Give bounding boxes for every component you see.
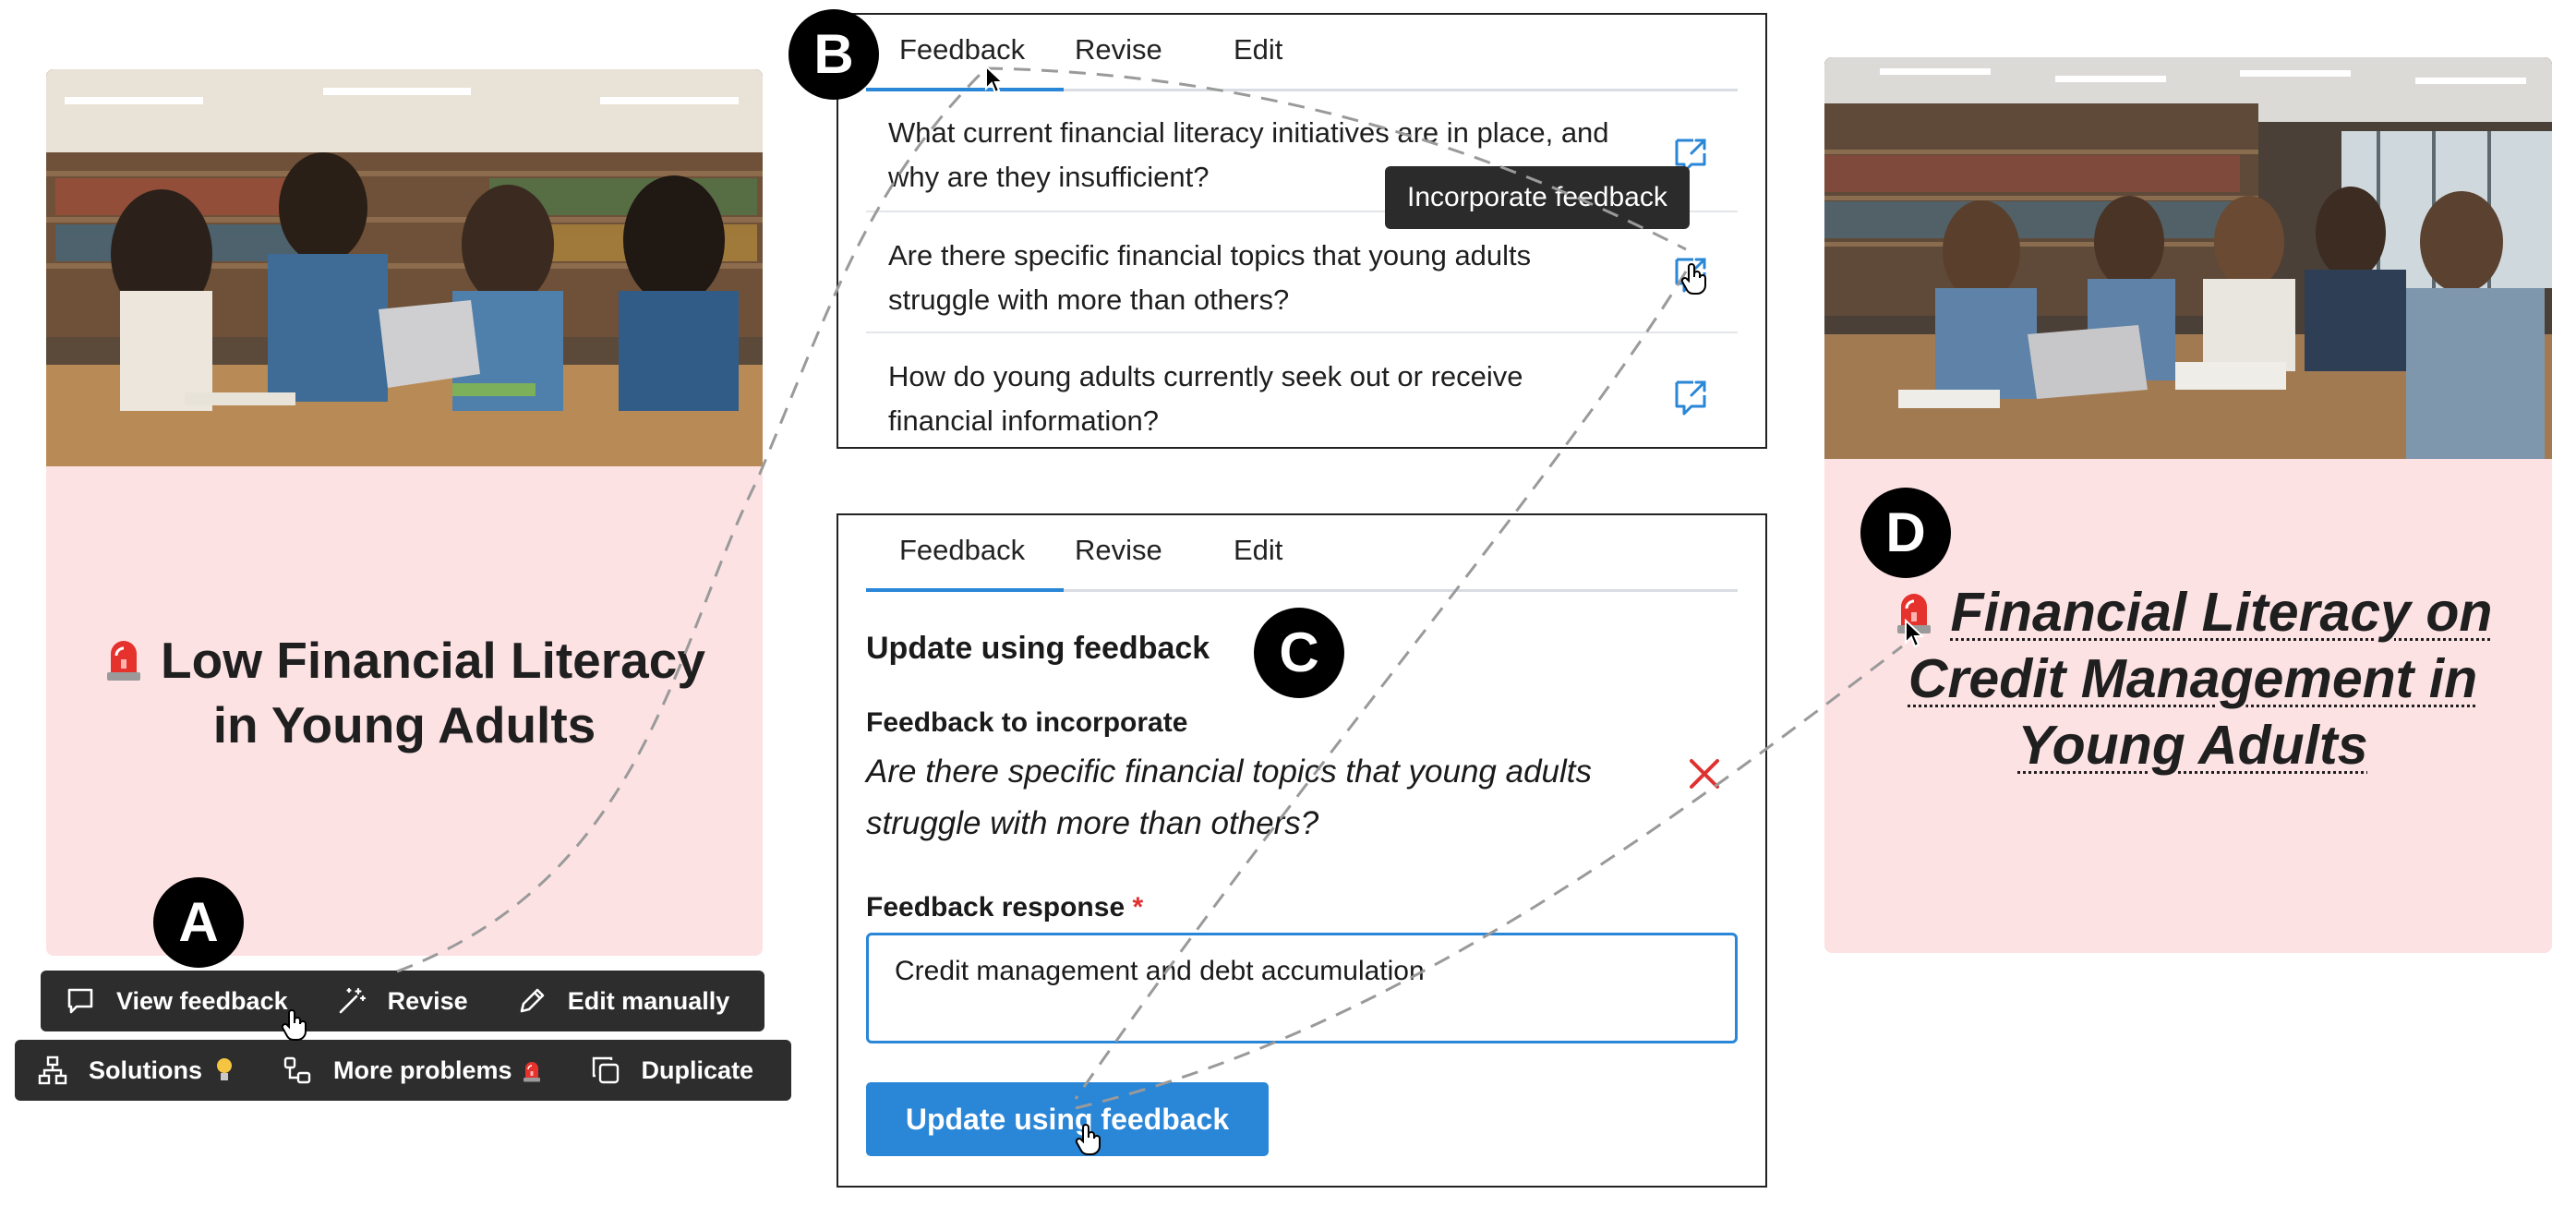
siren-icon [1894,586,1934,634]
solutions-label: Solutions [89,1055,202,1084]
tab-edit[interactable]: Edit [1234,33,1282,66]
tab-feedback[interactable]: Feedback [899,534,1025,567]
badge-b: B [788,9,879,100]
incorporate-feedback-tooltip: Incorporate feedback [1385,166,1690,229]
duplicate-label: Duplicate [641,1055,754,1084]
edit-manually-label: Edit manually [567,986,730,1015]
tab-revise[interactable]: Revise [1075,33,1162,66]
revise-button[interactable]: Revise [336,985,468,1017]
incorporate-feedback-icon[interactable] [1671,377,1710,416]
library-photo [1824,57,2552,459]
tab-edit[interactable]: Edit [1234,534,1282,567]
view-feedback-label: View feedback [116,986,288,1015]
magic-wand-icon [339,987,366,1014]
feedback-response-input[interactable]: Credit management and debt accumulation [866,933,1738,1043]
update-using-feedback-button[interactable]: Update using feedback [866,1082,1269,1156]
question-text: How do young adults currently seek out o… [888,360,1523,437]
question-text: Are there specific financial topics that… [888,239,1532,316]
update-heading: Update using feedback [866,631,1210,666]
card-a-title: Low Financial Literacy in Young Adults [83,628,726,757]
revise-label: Revise [387,986,468,1015]
incorporate-feedback-icon[interactable] [1671,254,1710,293]
card-toolbar-row-1: View feedback Revise Edit manually [41,971,764,1031]
card-a-title-text: Low Financial Literacy in Young Adults [161,632,705,754]
required-marker: * [1132,892,1144,923]
active-tab-indicator [866,88,1064,91]
feedback-response-text: Feedback response [866,892,1125,923]
list-item: How do young adults currently seek out o… [866,332,1738,443]
active-tab-indicator [866,588,1064,592]
tab-revise[interactable]: Revise [1075,534,1162,567]
more-problems-label: More problems [333,1055,512,1084]
feedback-response-label: Feedback response * [866,892,1143,923]
duplicate-icon [592,1056,619,1084]
badge-a: A [153,877,244,968]
branch-copy-icon [283,1056,311,1084]
tab-bar: Feedback Revise Edit [866,15,1738,91]
list-item: Are there specific financial topics that… [866,211,1738,333]
library-photo [46,69,763,466]
pencil-icon [520,988,544,1013]
siren-icon [103,633,144,681]
speech-bubble-icon [67,988,93,1014]
solutions-button[interactable]: Solutions [37,1055,234,1086]
view-feedback-button[interactable]: View feedback [65,985,288,1017]
siren-icon [522,1058,542,1082]
hierarchy-icon [38,1055,67,1085]
lightbulb-icon [217,1058,232,1080]
feedback-quote: Are there specific financial topics that… [866,754,1592,841]
duplicate-button[interactable]: Duplicate [590,1055,754,1086]
feedback-panel-b: Feedback Revise Edit What current financ… [837,13,1767,449]
more-problems-button[interactable]: More problems [282,1055,542,1086]
badge-d: D [1860,488,1951,578]
card-toolbar-row-2: Solutions More problems Duplicate [15,1040,791,1101]
edit-manually-button[interactable]: Edit manually [516,985,730,1017]
feedback-to-incorporate-label: Feedback to incorporate [866,707,1188,738]
card-d-title-text: Financial Literacy on Credit Management … [1908,582,2493,776]
close-x-icon[interactable] [1688,757,1721,790]
tab-feedback[interactable]: Feedback [899,33,1025,66]
tab-bar: Feedback Revise Edit [866,515,1738,592]
card-d-title[interactable]: Financial Literacy on Credit Management … [1871,579,2515,778]
problem-card-a[interactable]: Low Financial Literacy in Young Adults [46,69,763,956]
badge-c: C [1254,608,1344,698]
